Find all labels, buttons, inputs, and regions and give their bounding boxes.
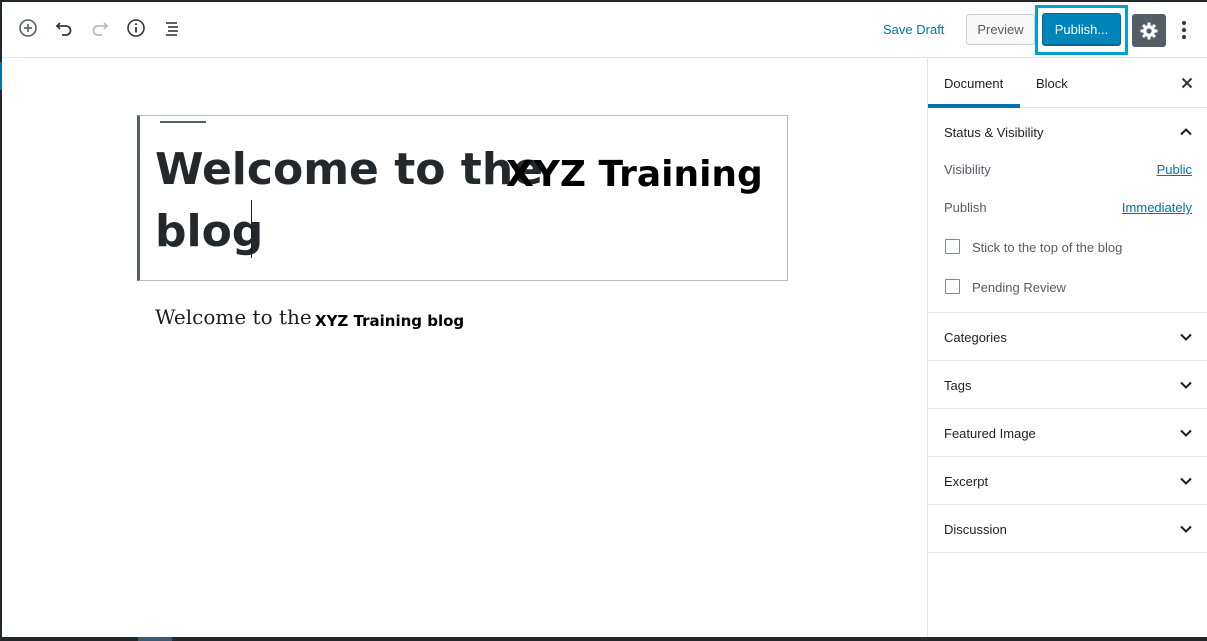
chevron-down-icon: [1180, 477, 1192, 485]
admin-menu-accent: [0, 62, 2, 90]
block-navigation-icon: [166, 22, 178, 36]
content-info-button[interactable]: [124, 16, 148, 40]
undo-button[interactable]: [52, 16, 76, 40]
chevron-down-icon: [1180, 381, 1192, 389]
close-sidebar-button[interactable]: [1178, 74, 1196, 92]
settings-sidebar: Document Block Status & Visibility Visib…: [927, 58, 1207, 637]
chevron-down-icon: [1180, 429, 1192, 437]
panel-title: Tags: [944, 378, 972, 393]
status-visibility-toggle[interactable]: Status & Visibility: [928, 108, 1207, 156]
post-title-text: Welcome to the: [155, 144, 543, 195]
settings-button[interactable]: [1132, 14, 1166, 47]
preview-button[interactable]: Preview: [966, 14, 1035, 45]
sticky-label[interactable]: Stick to the top of the blog: [972, 240, 1122, 255]
redo-button[interactable]: [88, 16, 112, 40]
editor-header: Save Draft Preview Publish...: [2, 2, 1207, 58]
panel-title: Categories: [944, 330, 1007, 345]
close-icon: [1181, 77, 1193, 89]
panel-title: Excerpt: [944, 474, 989, 489]
panel-tags[interactable]: Tags: [928, 361, 1207, 409]
status-visibility-panel: Status & Visibility Visibility Public Pu…: [928, 108, 1207, 313]
panel-discussion[interactable]: Discussion: [928, 505, 1207, 553]
chevron-down-icon: [1180, 525, 1192, 533]
text-caret: [251, 200, 252, 258]
post-title-text-line2: blog: [155, 206, 264, 257]
panel-categories[interactable]: Categories: [928, 313, 1207, 361]
tab-document[interactable]: Document: [944, 76, 1003, 91]
window-frame-left: [0, 0, 2, 641]
panel-title: Featured Image: [944, 426, 1036, 441]
undo-icon: [55, 22, 72, 36]
panel-excerpt[interactable]: Excerpt: [928, 457, 1207, 505]
sticky-checkbox[interactable]: [945, 239, 960, 254]
chevron-up-icon: [1180, 128, 1192, 136]
block-navigation-button[interactable]: [160, 16, 184, 40]
paragraph-serif-text[interactable]: Welcome to the: [155, 305, 312, 329]
gear-icon: [1140, 22, 1158, 39]
taskbar-accent: [138, 637, 172, 641]
publish-date-link[interactable]: Immediately: [1122, 200, 1192, 215]
post-title-pasted-text: XYZ Training: [506, 154, 763, 195]
visibility-link[interactable]: Public: [1157, 162, 1192, 177]
add-block-icon: [19, 19, 37, 37]
save-draft-button[interactable]: Save Draft: [883, 22, 944, 37]
block-mover-bar: [160, 121, 206, 123]
more-tools-button[interactable]: [1174, 16, 1194, 44]
sidebar-tabs: Document Block: [928, 58, 1207, 108]
window-frame-bottom: [0, 637, 1207, 641]
panel-title: Status & Visibility: [944, 125, 1044, 140]
tab-block[interactable]: Block: [1036, 76, 1068, 91]
panel-featured-image[interactable]: Featured Image: [928, 409, 1207, 457]
publish-label: Publish: [944, 200, 987, 215]
add-block-button[interactable]: [16, 16, 40, 40]
info-icon: [127, 19, 145, 37]
redo-icon: [92, 22, 109, 36]
more-vertical-icon: [1182, 21, 1186, 39]
publish-button[interactable]: Publish...: [1042, 13, 1121, 46]
pending-review-checkbox[interactable]: [945, 279, 960, 294]
pending-review-label[interactable]: Pending Review: [972, 280, 1066, 295]
paragraph-bold-text[interactable]: XYZ Training blog: [315, 312, 464, 330]
panel-title: Discussion: [944, 522, 1007, 537]
chevron-down-icon: [1180, 333, 1192, 341]
post-title-block[interactable]: Welcome to the XYZ Training blog: [137, 115, 788, 281]
visibility-label: Visibility: [944, 162, 991, 177]
